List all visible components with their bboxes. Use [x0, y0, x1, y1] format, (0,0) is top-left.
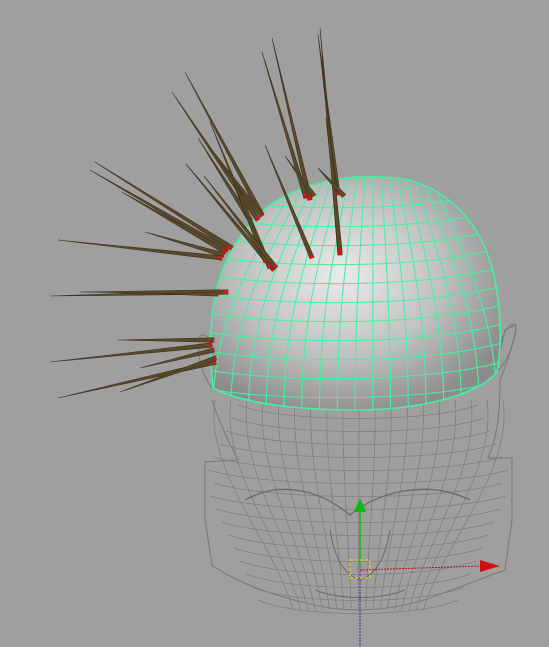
head-wire-ring — [219, 443, 497, 458]
hair-spike-body — [94, 161, 234, 251]
hair-spike-body — [117, 337, 215, 343]
head-wire-meridian — [229, 399, 302, 611]
head-wire-meridian — [277, 399, 323, 611]
hair-spike[interactable] — [184, 71, 265, 217]
hair-spike[interactable] — [57, 239, 223, 261]
hair-spike-body — [184, 71, 265, 217]
head-wire-meridian — [394, 399, 441, 611]
head-wire-ring — [251, 586, 465, 601]
hair-spike[interactable] — [117, 337, 215, 343]
head-wire-ring — [225, 430, 491, 445]
hair-spike[interactable] — [207, 144, 265, 218]
translate-x-arrow-icon[interactable] — [480, 560, 500, 572]
head-wire-meridian — [401, 399, 457, 611]
head-wire-meridian — [294, 399, 331, 611]
head-wire-ring — [239, 560, 477, 575]
head-wire-ring — [231, 417, 485, 432]
scene-canvas[interactable] — [0, 0, 549, 647]
hair-spike-body — [207, 144, 265, 218]
head-wire-meridian — [386, 399, 424, 611]
head-wire-ring — [245, 573, 471, 588]
hair-spike-body — [57, 239, 223, 261]
x-axis-line — [359, 565, 483, 571]
head-wire-ring — [213, 456, 503, 471]
hair-spike-body — [171, 91, 261, 222]
hair-spike-body — [121, 191, 228, 255]
hair-spike[interactable] — [49, 342, 213, 363]
hair-spike[interactable] — [121, 191, 228, 255]
head-wire-ring — [257, 599, 459, 614]
hair-spike[interactable] — [94, 161, 234, 251]
hair-spike-body — [49, 342, 213, 363]
head-wire-ring — [227, 534, 489, 549]
3d-viewport[interactable] — [0, 0, 549, 647]
head-wire-ring — [207, 469, 509, 484]
head-wire-meridian — [213, 399, 295, 611]
head-wire-meridian — [422, 399, 505, 611]
hair-spike[interactable] — [171, 91, 261, 222]
